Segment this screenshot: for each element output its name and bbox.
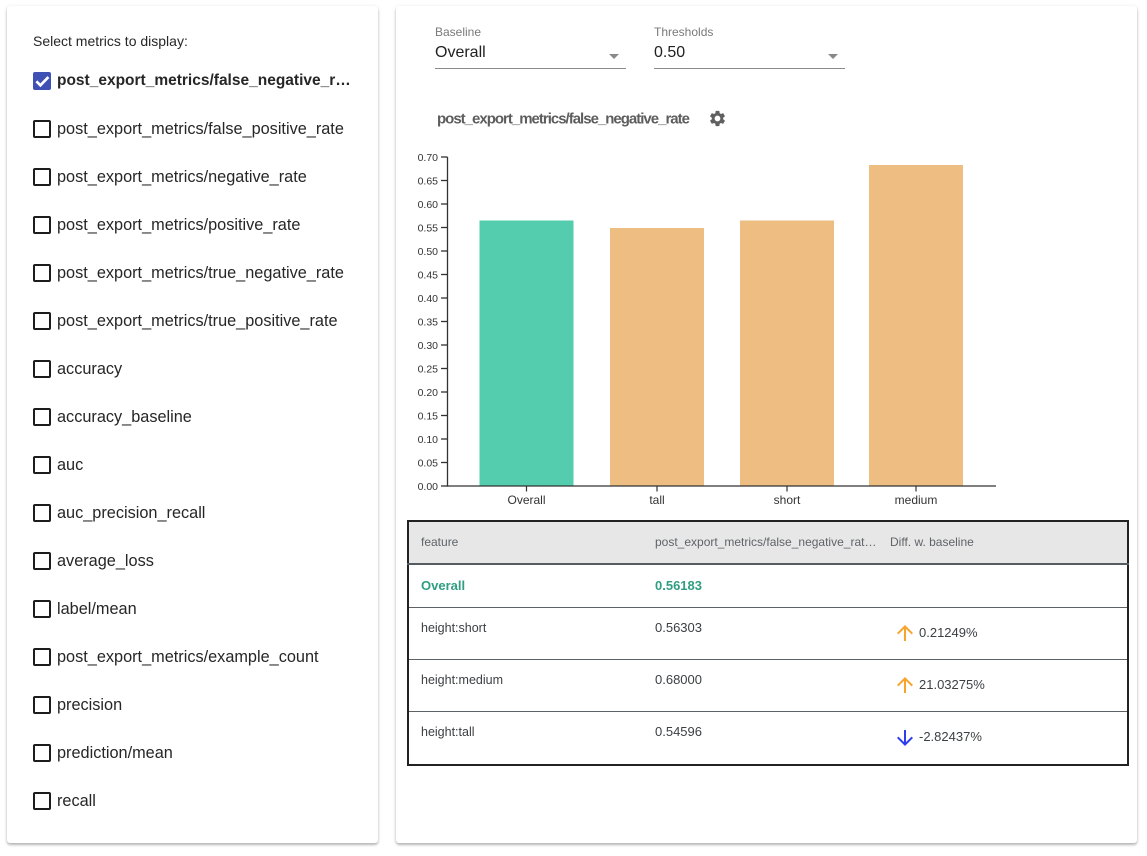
svg-text:Overall: Overall	[507, 493, 545, 507]
svg-text:0.70: 0.70	[418, 152, 439, 164]
svg-text:0.10: 0.10	[418, 434, 439, 446]
svg-text:0.45: 0.45	[418, 270, 439, 282]
svg-text:0.55: 0.55	[418, 223, 439, 235]
svg-text:0.35: 0.35	[418, 317, 439, 329]
svg-text:0.15: 0.15	[418, 411, 439, 423]
svg-text:tall: tall	[649, 493, 664, 507]
svg-text:0.00: 0.00	[418, 481, 439, 493]
svg-text:0.30: 0.30	[418, 340, 439, 352]
svg-text:medium: medium	[895, 493, 938, 507]
svg-text:0.50: 0.50	[418, 246, 439, 258]
svg-text:0.60: 0.60	[418, 199, 439, 211]
svg-text:0.20: 0.20	[418, 387, 439, 399]
svg-text:0.25: 0.25	[418, 364, 439, 376]
svg-text:short: short	[774, 493, 801, 507]
svg-text:0.05: 0.05	[418, 458, 439, 470]
svg-text:0.40: 0.40	[418, 293, 439, 305]
svg-text:0.65: 0.65	[418, 176, 439, 188]
